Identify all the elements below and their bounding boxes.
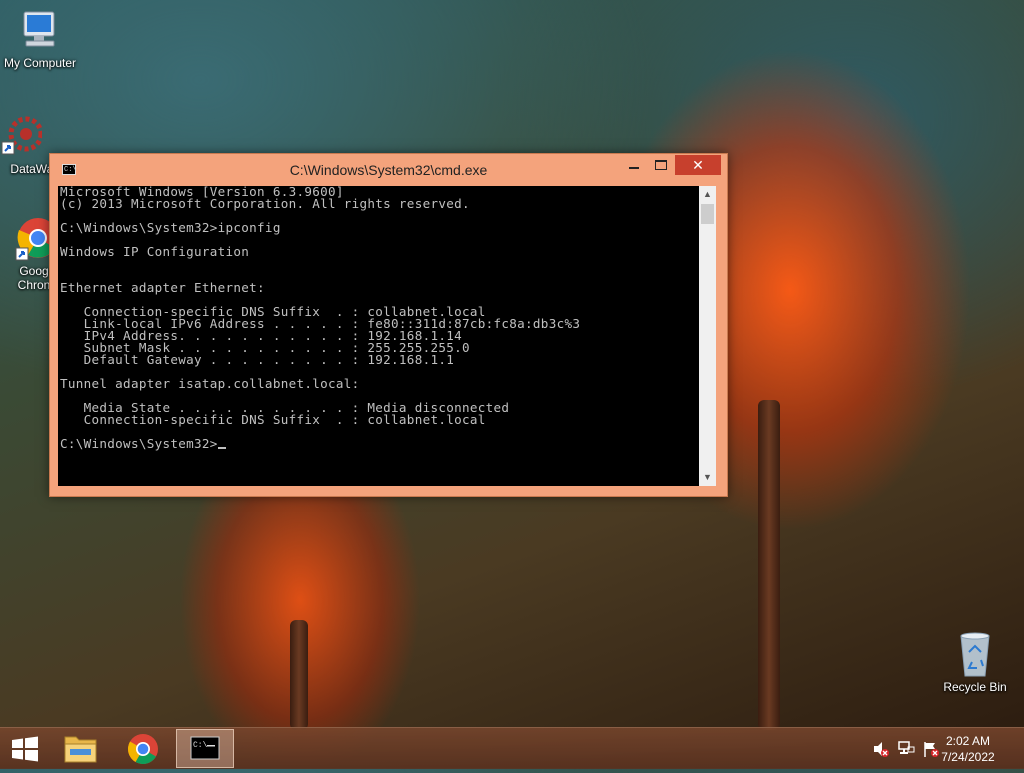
console-line: C:\Windows\System32>ipconfig [60,220,281,235]
system-tray [866,728,939,769]
network-icon[interactable] [898,740,916,758]
console-line: Default Gateway . . . . . . . . . : 192.… [60,352,455,367]
cmd-taskbar-button[interactable]: C:\ [176,729,234,768]
clock[interactable]: 2:02 AM 7/24/2022 [928,733,1008,765]
minimize-button[interactable] [620,155,648,175]
console-line: Connection-specific DNS Suffix . : colla… [60,412,486,427]
wallpaper-stem-left [290,620,308,730]
title-bar[interactable]: C:\ C:\Windows\System32\cmd.exe ✕ [50,154,727,186]
desktop-icon-recycle-bin[interactable]: Recycle Bin [935,630,1015,694]
console-line: Ethernet adapter Ethernet: [60,280,265,295]
desktop-icon-label: My Computer [3,56,77,70]
chrome-taskbar-button[interactable] [118,729,168,768]
console-line: Windows IP Configuration [60,244,250,259]
console-prompt-line[interactable]: C:\Windows\System32> [58,436,699,451]
console-lines: Microsoft Windows [Version 6.3.9600] (c)… [58,186,699,438]
computer-icon [18,8,62,54]
vertical-scrollbar[interactable]: ▲ ▼ [699,186,716,486]
clock-date: 7/24/2022 [941,750,995,764]
maximize-button[interactable] [648,155,674,175]
cmd-window[interactable]: C:\ C:\Windows\System32\cmd.exe ✕ Micros… [49,153,728,497]
chrome-icon [127,734,158,765]
taskbar: C:\ 2:02 AM 7/24/2022 [0,727,1024,769]
recycle-bin-icon [955,630,995,678]
desktop-icon-my-computer[interactable]: My Computer [0,8,80,70]
console-prompt: C:\Windows\System32> [60,436,218,451]
scroll-up-arrow-icon[interactable]: ▲ [699,186,716,203]
console-line: Tunnel adapter isatap.collabnet.local: [60,376,360,391]
text-cursor [217,447,226,449]
close-icon: ✕ [692,157,704,173]
folder-icon [64,736,97,763]
datawagon-icon [0,114,44,160]
desktop-icon-label: Recycle Bin [943,680,1007,694]
wallpaper-stem-right [758,400,780,730]
cmd-icon: C:\ [190,736,220,760]
console-line: (c) 2013 Microsoft Corporation. All righ… [60,196,470,211]
scroll-down-arrow-icon[interactable]: ▼ [699,469,716,486]
start-button[interactable] [0,729,50,768]
console-output[interactable]: Microsoft Windows [Version 6.3.9600] (c)… [58,186,699,486]
clock-time: 2:02 AM [945,734,991,748]
file-explorer-button[interactable] [56,729,106,768]
volume-muted-icon[interactable] [872,740,890,758]
close-button[interactable]: ✕ [675,155,721,175]
windows-logo-icon [12,736,38,762]
svg-text:C:\: C:\ [193,741,208,750]
scroll-thumb[interactable] [701,204,714,224]
